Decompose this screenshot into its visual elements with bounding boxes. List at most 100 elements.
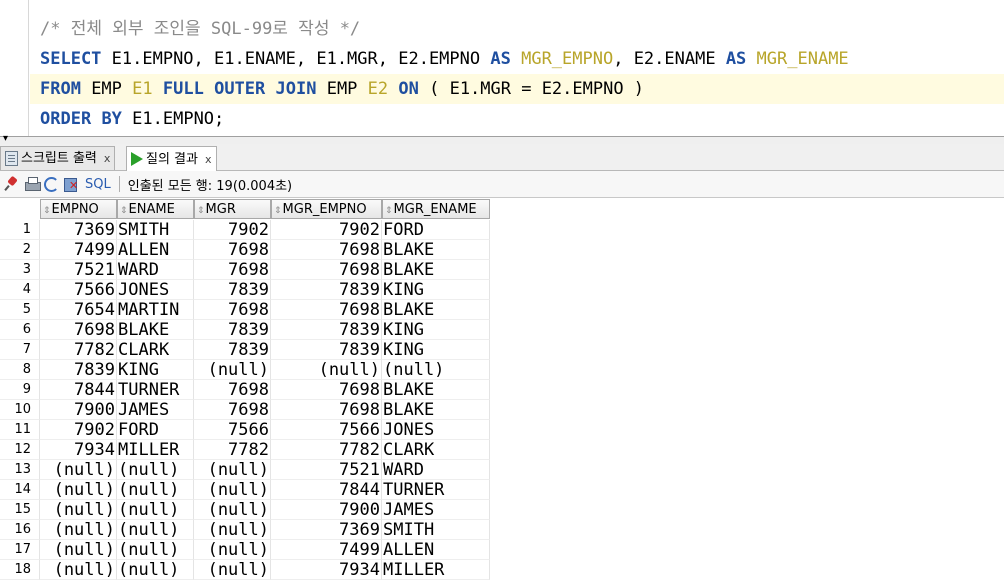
table-cell[interactable]: KING [117, 360, 194, 380]
table-cell[interactable]: BLAKE [382, 400, 490, 420]
table-cell[interactable]: 7521 [271, 460, 382, 480]
table-cell[interactable]: BLAKE [382, 300, 490, 320]
table-cell[interactable]: 7654 [40, 300, 117, 320]
table-cell[interactable]: (null) [40, 540, 117, 560]
code-line-from[interactable]: FROM EMP E1 FULL OUTER JOIN EMP E2 ON ( … [30, 74, 1004, 104]
table-cell[interactable]: 7698 [271, 380, 382, 400]
table-cell[interactable]: 7902 [40, 420, 117, 440]
table-cell[interactable]: 7902 [271, 220, 382, 240]
table-cell[interactable]: 7839 [40, 360, 117, 380]
table-cell[interactable]: 7782 [271, 440, 382, 460]
table-cell[interactable]: WARD [117, 260, 194, 280]
table-cell[interactable]: 7782 [194, 440, 271, 460]
table-cell[interactable]: (null) [271, 360, 382, 380]
tab-query-result[interactable]: 질의 결과 x [126, 146, 217, 171]
column-header-empno[interactable]: ⇕EMPNO [40, 199, 117, 219]
table-cell[interactable]: ALLEN [382, 540, 490, 560]
table-cell[interactable]: MILLER [117, 440, 194, 460]
table-cell[interactable]: 7900 [40, 400, 117, 420]
table-cell[interactable]: FORD [382, 220, 490, 240]
sql-editor[interactable]: /* 전체 외부 조인을 SQL-99로 작성 */ SELECT E1.EMP… [0, 0, 1004, 136]
table-cell[interactable]: 7844 [271, 480, 382, 500]
table-cell[interactable]: 7698 [194, 240, 271, 260]
table-cell[interactable]: ALLEN [117, 240, 194, 260]
table-cell[interactable]: (null) [194, 480, 271, 500]
code-line-order-by[interactable]: ORDER BY E1.EMPNO; [30, 104, 1004, 134]
table-cell[interactable]: (null) [40, 500, 117, 520]
table-cell[interactable]: SMITH [382, 520, 490, 540]
table-cell[interactable]: (null) [40, 520, 117, 540]
close-icon[interactable]: x [205, 148, 212, 171]
table-cell[interactable]: (null) [117, 540, 194, 560]
table-cell[interactable]: 7839 [271, 320, 382, 340]
table-cell[interactable]: (null) [117, 520, 194, 540]
table-cell[interactable]: TURNER [382, 480, 490, 500]
table-cell[interactable]: BLAKE [382, 240, 490, 260]
table-cell[interactable]: 7839 [194, 280, 271, 300]
table-cell[interactable]: WARD [382, 460, 490, 480]
sort-icon[interactable]: ⇕ [43, 206, 51, 216]
tab-script-output[interactable]: 스크립트 출력 x [0, 146, 116, 170]
table-cell[interactable]: 7934 [40, 440, 117, 460]
table-cell[interactable]: 7698 [194, 400, 271, 420]
table-cell[interactable]: 7934 [271, 560, 382, 580]
pin-icon[interactable] [4, 176, 20, 192]
code-line-comment[interactable]: /* 전체 외부 조인을 SQL-99로 작성 */ [30, 14, 1004, 44]
table-cell[interactable]: JONES [382, 420, 490, 440]
table-cell[interactable]: 7902 [194, 220, 271, 240]
table-cell[interactable]: 7369 [271, 520, 382, 540]
sql-button[interactable]: SQL [85, 177, 111, 192]
table-cell[interactable]: 7499 [271, 540, 382, 560]
table-cell[interactable]: 7839 [271, 280, 382, 300]
table-cell[interactable]: (null) [40, 560, 117, 580]
column-header-mgr[interactable]: ⇕MGR [194, 199, 271, 219]
table-cell[interactable]: 7566 [271, 420, 382, 440]
table-cell[interactable]: 7698 [194, 300, 271, 320]
table-cell[interactable]: (null) [382, 360, 490, 380]
table-cell[interactable]: BLAKE [382, 380, 490, 400]
table-cell[interactable]: 7698 [194, 380, 271, 400]
table-cell[interactable]: (null) [194, 560, 271, 580]
table-cell[interactable]: (null) [40, 480, 117, 500]
table-cell[interactable]: 7698 [194, 260, 271, 280]
table-cell[interactable]: JONES [117, 280, 194, 300]
table-cell[interactable]: CLARK [117, 340, 194, 360]
table-cell[interactable]: 7698 [271, 240, 382, 260]
table-cell[interactable]: 7499 [40, 240, 117, 260]
table-cell[interactable]: 7698 [40, 320, 117, 340]
table-cell[interactable]: FORD [117, 420, 194, 440]
table-cell[interactable]: JAMES [117, 400, 194, 420]
table-cell[interactable]: 7839 [194, 340, 271, 360]
table-cell[interactable]: (null) [117, 480, 194, 500]
splitter-collapse-icon[interactable]: ▾ [3, 134, 8, 144]
code-line-select[interactable]: SELECT E1.EMPNO, E1.ENAME, E1.MGR, E2.EM… [30, 44, 1004, 74]
table-cell[interactable]: (null) [117, 460, 194, 480]
table-cell[interactable]: (null) [40, 460, 117, 480]
table-cell[interactable]: 7839 [271, 340, 382, 360]
table-cell[interactable]: (null) [194, 500, 271, 520]
table-cell[interactable]: 7698 [271, 260, 382, 280]
table-cell[interactable]: BLAKE [382, 260, 490, 280]
table-cell[interactable]: 7369 [40, 220, 117, 240]
table-cell[interactable]: (null) [194, 520, 271, 540]
column-header-mgr-empno[interactable]: ⇕MGR_EMPNO [271, 199, 382, 219]
table-cell[interactable]: 7839 [194, 320, 271, 340]
table-cell[interactable]: 7566 [40, 280, 117, 300]
column-header-mgr-ename[interactable]: ⇕MGR_ENAME [382, 199, 490, 219]
column-header-ename[interactable]: ⇕ENAME [117, 199, 194, 219]
table-cell[interactable]: SMITH [117, 220, 194, 240]
table-cell[interactable]: KING [382, 340, 490, 360]
table-cell[interactable]: (null) [117, 500, 194, 520]
table-cell[interactable]: (null) [194, 460, 271, 480]
table-cell[interactable]: BLAKE [117, 320, 194, 340]
table-cell[interactable]: 7844 [40, 380, 117, 400]
table-cell[interactable]: (null) [194, 360, 271, 380]
clear-results-icon[interactable] [63, 176, 79, 192]
table-cell[interactable]: (null) [194, 540, 271, 560]
table-cell[interactable]: JAMES [382, 500, 490, 520]
table-cell[interactable]: MARTIN [117, 300, 194, 320]
table-cell[interactable]: 7698 [271, 300, 382, 320]
table-cell[interactable]: 7521 [40, 260, 117, 280]
table-cell[interactable]: 7900 [271, 500, 382, 520]
table-cell[interactable]: 7782 [40, 340, 117, 360]
